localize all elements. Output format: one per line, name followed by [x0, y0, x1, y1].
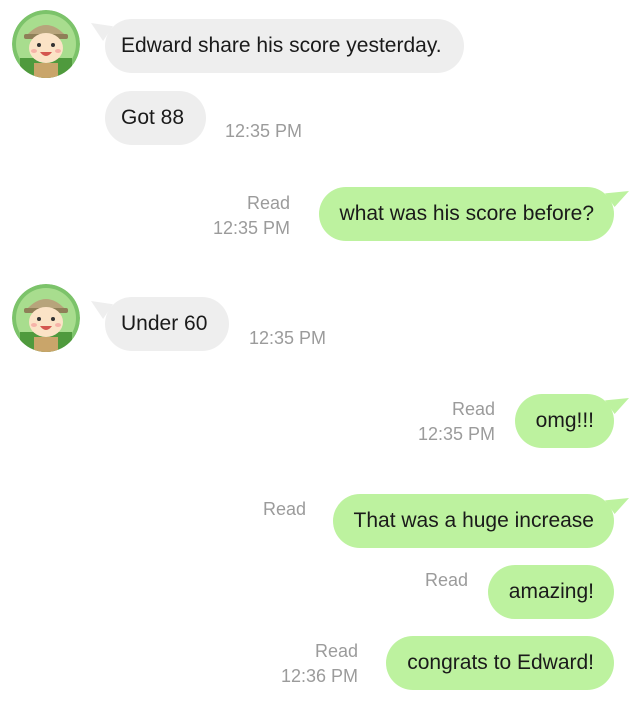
- message-bubble-incoming[interactable]: Edward share his score yesterday.: [91, 19, 464, 73]
- bubble-tail: [605, 498, 629, 514]
- read-status: Read: [451, 399, 495, 419]
- message-bubble-outgoing[interactable]: amazing!: [487, 565, 614, 619]
- message-text: amazing!: [508, 580, 594, 603]
- message-bubble-outgoing[interactable]: congrats to Edward!: [386, 636, 614, 690]
- message-text: omg!!!: [535, 409, 594, 432]
- message-text: Under 60: [121, 312, 208, 335]
- message-meta: Read: [425, 568, 468, 593]
- message-timestamp: 12:35 PM: [212, 218, 290, 238]
- read-status: Read: [262, 499, 306, 519]
- message-text: Edward share his score yesterday.: [121, 34, 442, 57]
- message-meta: Read 12:35 PM: [213, 191, 290, 241]
- message-text: That was a huge increase: [353, 509, 594, 532]
- message-meta: Read: [263, 497, 306, 522]
- message-bubble-outgoing[interactable]: That was a huge increase: [332, 494, 629, 548]
- message-bubble-incoming[interactable]: Got 88: [105, 91, 207, 145]
- bubble-tail: [91, 301, 113, 319]
- message-meta: Read 12:36 PM: [281, 639, 358, 689]
- message-timestamp: 12:35 PM: [249, 328, 327, 348]
- cartoon-boy-avatar-icon: [12, 284, 80, 352]
- message-bubble-incoming[interactable]: Under 60: [91, 297, 230, 351]
- bubble-tail: [605, 191, 629, 207]
- message-bubble-outgoing[interactable]: omg!!!: [514, 394, 629, 448]
- message-text: Got 88: [121, 106, 185, 129]
- message-text: what was his score before?: [339, 202, 594, 225]
- contact-avatar[interactable]: [12, 10, 80, 78]
- cartoon-boy-avatar-icon: [12, 10, 80, 78]
- message-timestamp: 12:35 PM: [417, 424, 495, 444]
- message-bubble-outgoing[interactable]: what was his score before?: [318, 187, 629, 241]
- message-meta: Read 12:35 PM: [418, 397, 495, 447]
- bubble-tail: [91, 23, 113, 41]
- read-status: Read: [246, 193, 290, 213]
- contact-avatar[interactable]: [12, 284, 80, 352]
- message-text: congrats to Edward!: [407, 651, 594, 674]
- read-status: Read: [314, 641, 358, 661]
- message-timestamp: 12:36 PM: [280, 666, 358, 686]
- message-timestamp: 12:35 PM: [225, 121, 303, 141]
- read-status: Read: [424, 570, 468, 590]
- bubble-tail: [605, 398, 629, 414]
